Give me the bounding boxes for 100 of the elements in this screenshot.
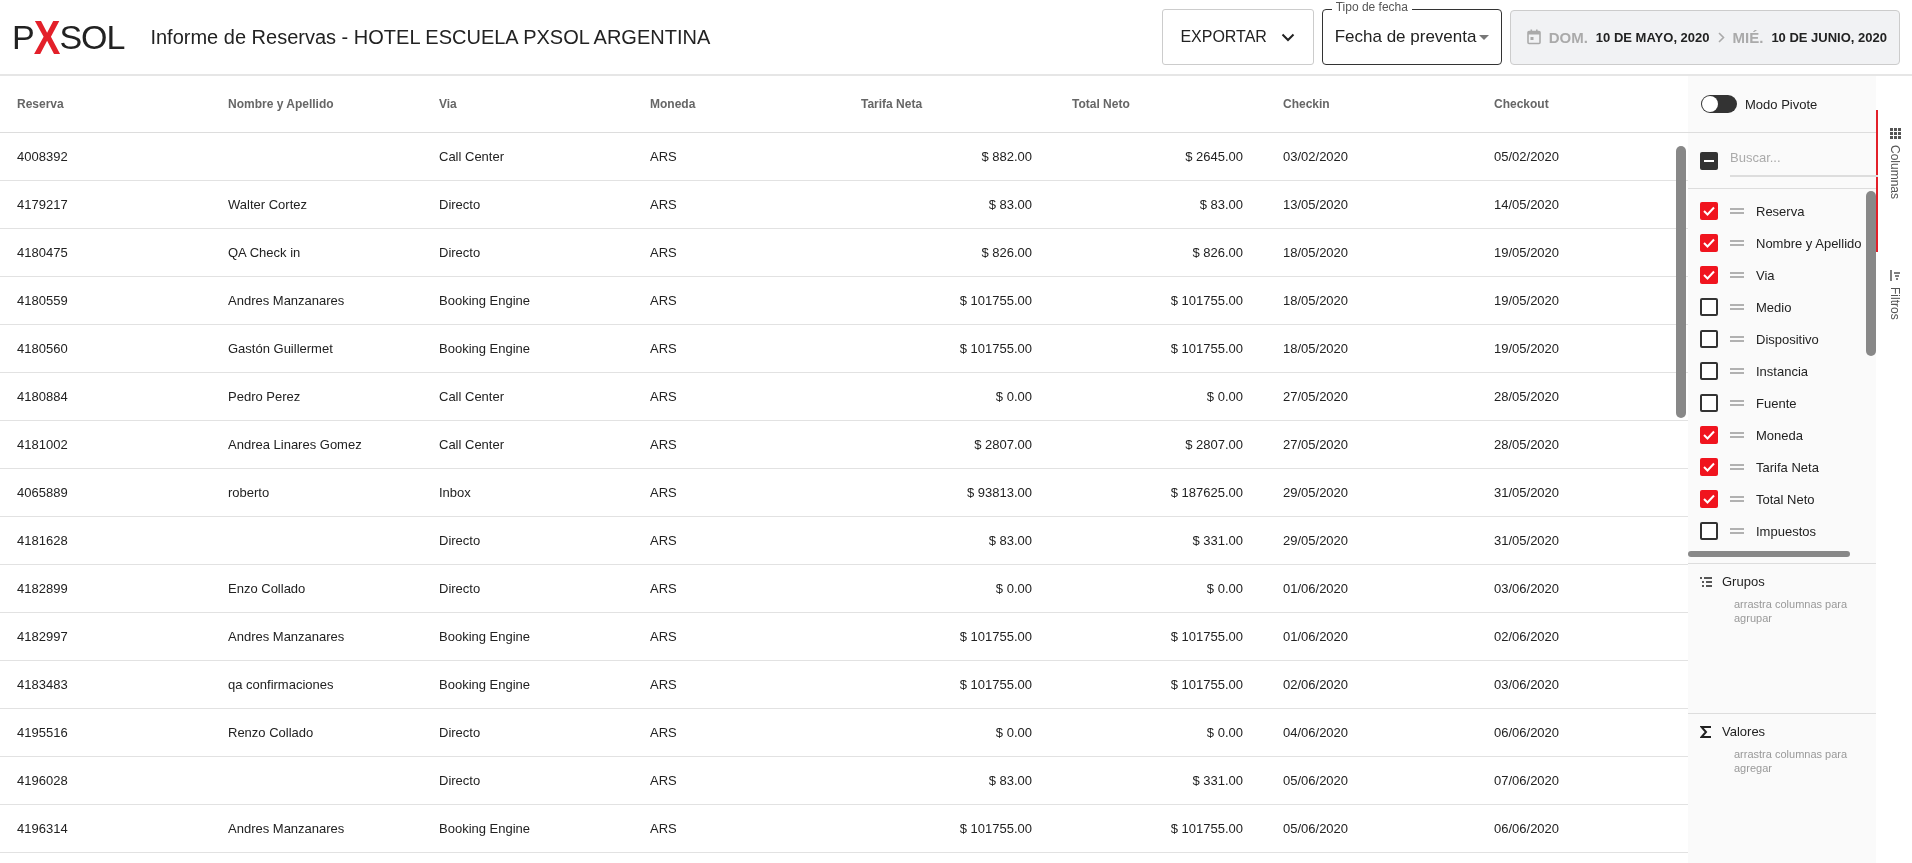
column-header[interactable]: Tarifa Neta xyxy=(844,76,1055,133)
table-cell: 18/05/2020 xyxy=(1283,245,1349,260)
table-cell: 05/02/2020 xyxy=(1494,149,1560,164)
checkbox[interactable] xyxy=(1700,266,1718,284)
drag-handle-icon[interactable] xyxy=(1730,272,1744,278)
column-option: Total Neto xyxy=(1756,491,1815,507)
table-cell: ARS xyxy=(650,245,677,260)
checkbox[interactable] xyxy=(1700,522,1718,540)
column-option: Dispositivo xyxy=(1756,331,1819,347)
table-cell: $ 882.00 xyxy=(981,149,1032,164)
table-cell: $ 0.00 xyxy=(1206,725,1243,740)
column-option: Reserva xyxy=(1756,203,1805,219)
table-cell: 31/05/2020 xyxy=(1494,533,1560,548)
column-header[interactable]: Moneda xyxy=(633,76,844,133)
table-cell: 06/06/2020 xyxy=(1494,725,1560,740)
checkbox[interactable] xyxy=(1700,234,1718,252)
table-cell: $ 826.00 xyxy=(981,245,1032,260)
table-cell: 13/05/2020 xyxy=(1283,197,1349,212)
scrollbar[interactable] xyxy=(1688,551,1850,557)
drag-handle-icon[interactable] xyxy=(1730,432,1744,438)
select-all-checkbox[interactable] xyxy=(1700,151,1718,170)
drag-handle-icon[interactable] xyxy=(1730,528,1744,534)
side-tab[interactable]: Filtros xyxy=(1876,252,1912,338)
drag-handle-icon[interactable] xyxy=(1730,400,1744,406)
column-option: Instancia xyxy=(1756,363,1809,379)
checkbox[interactable] xyxy=(1700,202,1718,220)
checkbox[interactable] xyxy=(1700,394,1718,412)
table-cell: $ 331.00 xyxy=(1192,533,1243,548)
table-cell: ARS xyxy=(650,581,677,596)
column-option: Moneda xyxy=(1756,427,1803,443)
table-cell: 4181002 xyxy=(17,437,68,452)
column-header[interactable]: Reserva xyxy=(0,76,211,133)
dropdown-arrow-icon xyxy=(1478,34,1489,40)
scrollbar[interactable] xyxy=(1866,191,1876,356)
table-cell: 05/06/2020 xyxy=(1283,821,1349,836)
column-header[interactable]: Checkin xyxy=(1266,76,1477,133)
table-cell: 4182899 xyxy=(17,581,68,596)
table-cell: 06/06/2020 xyxy=(1494,821,1560,836)
table-cell: $ 0.00 xyxy=(995,389,1032,404)
table-cell: 4008392 xyxy=(17,149,68,164)
table-cell: 29/05/2020 xyxy=(1283,533,1349,548)
drag-handle-icon[interactable] xyxy=(1730,240,1744,246)
column-header[interactable]: Nombre y Apellido xyxy=(211,76,422,133)
table-cell: ARS xyxy=(650,389,677,404)
sigma-icon xyxy=(1700,725,1712,738)
table-cell: $ 101755.00 xyxy=(959,341,1032,356)
table-cell: 4195516 xyxy=(17,725,68,740)
column-option: Medio xyxy=(1756,299,1792,315)
drag-handle-icon[interactable] xyxy=(1730,464,1744,470)
table-cell: Booking Engine xyxy=(439,629,531,644)
table-cell: Directo xyxy=(439,533,481,548)
table-cell: 03/06/2020 xyxy=(1494,677,1560,692)
table-cell: 14/05/2020 xyxy=(1494,197,1560,212)
drag-handle-icon[interactable] xyxy=(1730,208,1744,214)
column-header[interactable]: Via xyxy=(422,76,633,133)
column-header[interactable]: Total Neto xyxy=(1055,76,1266,133)
table-cell: Andres Manzanares xyxy=(228,293,345,308)
table-cell: $ 101755.00 xyxy=(959,629,1032,644)
table-cell: 02/06/2020 xyxy=(1283,677,1349,692)
checkbox[interactable] xyxy=(1700,362,1718,380)
checkbox[interactable] xyxy=(1700,330,1718,348)
table-cell: $ 101755.00 xyxy=(1170,629,1243,644)
checkbox[interactable] xyxy=(1700,426,1718,444)
drag-handle-icon[interactable] xyxy=(1730,336,1744,342)
checkbox[interactable] xyxy=(1700,490,1718,508)
table-cell: 27/05/2020 xyxy=(1283,389,1349,404)
table-cell: Booking Engine xyxy=(439,821,531,836)
table-cell: Renzo Collado xyxy=(228,725,314,740)
table-cell: 4183483 xyxy=(17,677,68,692)
drag-handle-icon[interactable] xyxy=(1730,496,1744,502)
minus-icon xyxy=(1704,159,1714,162)
table-cell: 19/05/2020 xyxy=(1494,341,1560,356)
search-field[interactable]: Buscar... xyxy=(1730,144,1878,177)
table-cell: Andres Manzanares xyxy=(228,629,345,644)
table-cell: Walter Cortez xyxy=(228,197,307,212)
table-cell: ARS xyxy=(650,773,677,788)
export-button[interactable]: EXPORTAR xyxy=(1161,9,1314,65)
table-cell: ARS xyxy=(650,149,677,164)
table-cell: 28/05/2020 xyxy=(1494,389,1560,404)
table-cell: ARS xyxy=(650,437,677,452)
table-cell: 18/05/2020 xyxy=(1283,293,1349,308)
checkbox[interactable] xyxy=(1700,458,1718,476)
table-cell: 01/06/2020 xyxy=(1283,581,1349,596)
drag-handle-icon[interactable] xyxy=(1730,304,1744,310)
column-option: Tarifa Neta xyxy=(1756,459,1819,475)
table-cell: $ 83.00 xyxy=(988,533,1032,548)
table-cell: 4065889 xyxy=(17,485,68,500)
side-tab[interactable]: Columnas xyxy=(1876,110,1912,252)
scrollbar[interactable] xyxy=(1676,146,1686,418)
table-cell: ARS xyxy=(650,821,677,836)
chevron-right-icon xyxy=(1717,31,1725,43)
checkbox[interactable] xyxy=(1700,298,1718,316)
drag-handle-icon[interactable] xyxy=(1730,368,1744,374)
pivot-toggle[interactable] xyxy=(1701,95,1737,113)
table-cell: Directo xyxy=(439,581,481,596)
table-cell: $ 187625.00 xyxy=(1170,485,1243,500)
table-cell: Call Center xyxy=(439,389,505,404)
table-cell: 4180560 xyxy=(17,341,68,356)
table-cell: Inbox xyxy=(439,485,471,500)
table-cell: 4196028 xyxy=(17,773,68,788)
